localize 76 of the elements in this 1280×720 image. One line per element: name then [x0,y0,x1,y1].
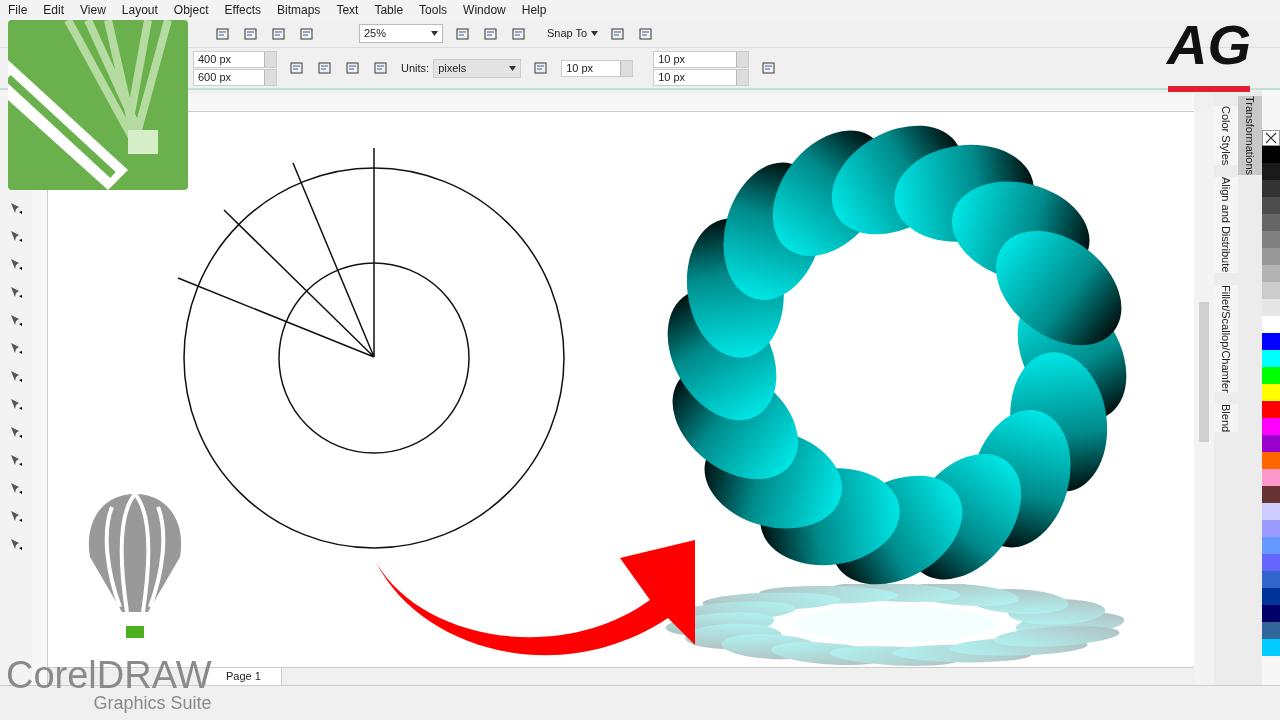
tool-icon[interactable] [8,396,24,412]
color-swatch[interactable] [1262,146,1280,163]
duplicate-x-field[interactable]: 10 px [653,50,750,68]
channel-badge: AG [1168,4,1250,92]
color-swatch[interactable] [1262,401,1280,418]
tool-icon[interactable] [8,340,24,356]
color-swatch[interactable] [1262,299,1280,316]
color-swatch[interactable] [1262,588,1280,605]
menu-item[interactable]: Bitmaps [277,1,321,19]
tool-icon[interactable] [8,480,24,496]
tool-icon[interactable] [8,508,24,524]
color-swatch[interactable] [1262,367,1280,384]
menu-item[interactable]: Edit [43,1,65,19]
color-swatch[interactable] [1262,248,1280,265]
units-dropdown[interactable]: pixels [433,58,522,78]
tool-icon[interactable] [8,368,24,384]
color-swatch[interactable] [1262,571,1280,588]
color-swatch[interactable] [1262,452,1280,469]
logo-subtitle: Graphics Suite [93,694,212,712]
zoom-dropdown[interactable]: 25% [359,24,443,43]
menu-item[interactable]: Tools [419,1,448,19]
color-swatch[interactable] [1262,605,1280,622]
caret-icon [431,31,438,36]
menu-item[interactable]: View [80,1,106,19]
tool-icon[interactable] [8,424,24,440]
color-swatch[interactable] [1262,639,1280,656]
menu-item[interactable]: Table [374,1,404,19]
color-swatch[interactable] [1262,350,1280,367]
menu-item[interactable]: Text [336,1,359,19]
docker-tab[interactable]: Fillet/Scallop/Chamfer [1213,284,1239,393]
color-swatch[interactable] [1262,333,1280,350]
color-swatch[interactable] [1262,469,1280,486]
no-color-icon[interactable] [1262,130,1280,146]
color-swatch[interactable] [1262,265,1280,282]
color-swatch[interactable] [1262,622,1280,639]
nudge-field[interactable]: 10 px [561,59,634,77]
menu-item[interactable]: Window [463,1,506,19]
color-swatch[interactable] [1262,384,1280,401]
tool-icon[interactable] [8,228,24,244]
color-swatch[interactable] [1262,197,1280,214]
color-swatch[interactable] [1262,537,1280,554]
docker-tab[interactable]: Blend [1213,404,1239,433]
color-swatch[interactable] [1262,180,1280,197]
duplicate-y-field[interactable]: 10 px [653,68,750,86]
caret-icon [591,31,599,36]
tool-icon[interactable] [8,536,24,552]
menu-item[interactable]: Help [521,1,547,19]
color-swatch[interactable] [1262,418,1280,435]
docker-tab[interactable]: Transformations [1237,96,1263,176]
tool-icon[interactable] [8,200,24,216]
docker-tab[interactable]: Align and Distribute [1213,177,1239,273]
color-swatch[interactable] [1262,316,1280,333]
color-swatch[interactable] [1262,435,1280,452]
menu-item[interactable]: Layout [121,1,158,19]
tool-icon[interactable] [8,452,24,468]
color-swatch[interactable] [1262,486,1280,503]
menu-item[interactable]: Object [173,1,209,19]
tool-icon[interactable] [8,284,24,300]
color-swatch[interactable] [1262,503,1280,520]
caret-icon [509,65,517,71]
menu-item[interactable]: Effects [224,1,261,19]
docker-tab[interactable]: Color Styles [1213,106,1239,166]
height-field[interactable]: 600 px [193,68,277,86]
tool-icon[interactable] [8,256,24,272]
color-swatch[interactable] [1262,282,1280,299]
width-field[interactable]: 400 px [193,50,277,68]
menu-item[interactable]: File [8,1,28,19]
tool-icon[interactable] [8,312,24,328]
scroll-thumb[interactable] [1199,302,1209,442]
color-swatch[interactable] [1262,163,1280,180]
color-swatch[interactable] [1262,214,1280,231]
color-swatch[interactable] [1262,231,1280,248]
color-swatch[interactable] [1262,554,1280,571]
units-label: Units: [401,60,430,76]
color-swatch[interactable] [1262,520,1280,537]
snap-to-menu[interactable]: Snap To [547,25,599,42]
